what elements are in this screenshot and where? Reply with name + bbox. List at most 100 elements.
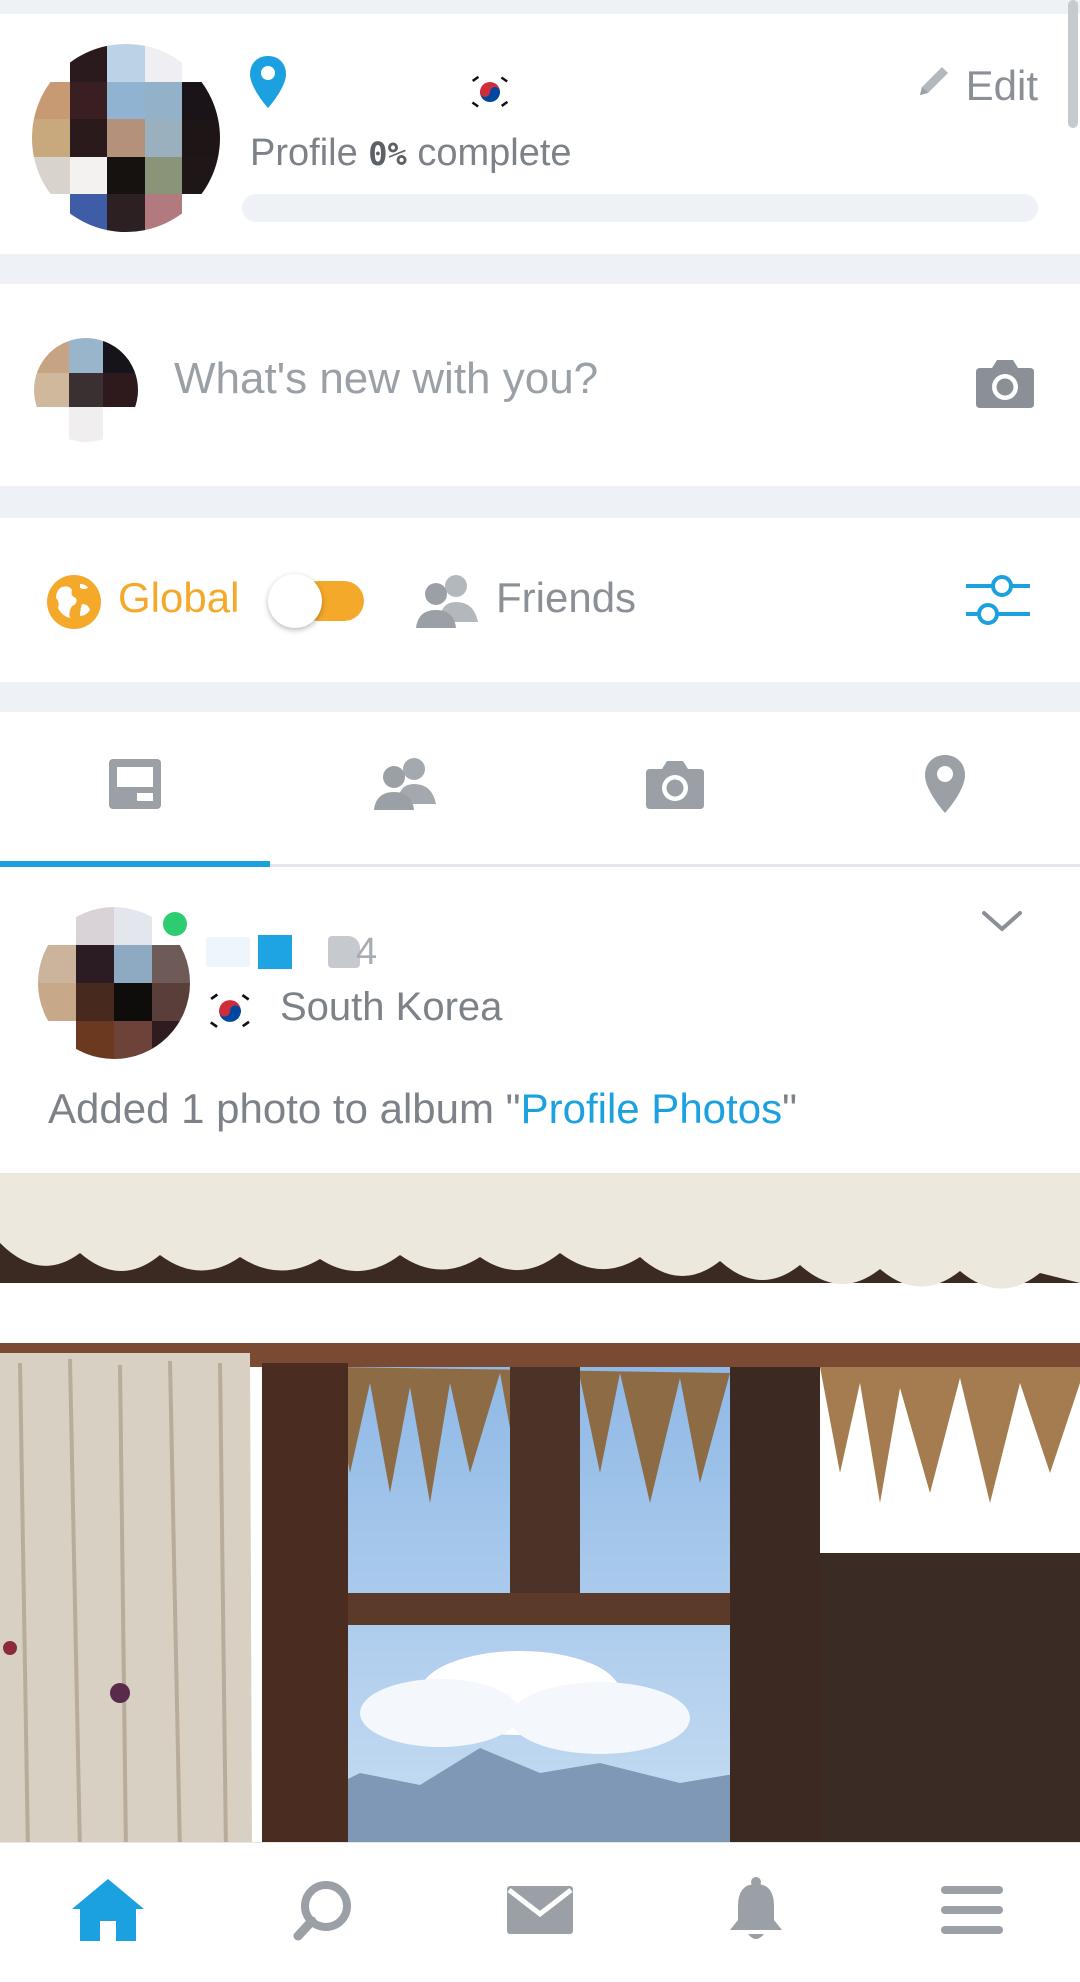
avatar-pixel: [32, 156, 70, 195]
avatar-pixel: [76, 1021, 114, 1059]
feed-filter-bar: Global Friends: [0, 518, 1080, 682]
avatar-pixel: [69, 156, 108, 195]
home-icon: [70, 1877, 146, 1948]
tab-photos-icon: [644, 757, 706, 816]
profile-completion-value: 0%: [368, 135, 407, 173]
post-text: Added 1 photo to album "Profile Photos": [48, 1085, 797, 1132]
avatar-pixel: [182, 119, 220, 157]
avatar-pixel: [144, 44, 183, 82]
avatar-pixel: [32, 119, 70, 157]
avatar-pixel: [68, 338, 104, 373]
redacted-block: [206, 937, 250, 967]
post-author-name[interactable]: 4: [206, 927, 377, 977]
tab-feed[interactable]: [0, 712, 270, 860]
edit-profile-button[interactable]: Edit: [914, 54, 1038, 118]
avatar-pixel: [69, 194, 108, 232]
avatar-pixel: [103, 338, 138, 373]
chevron-down-icon[interactable]: [980, 907, 1024, 940]
tab-photos[interactable]: [540, 712, 810, 860]
avatar-pixel: [144, 156, 183, 195]
avatar-pixel: [182, 194, 220, 232]
avatar-pixel: [32, 44, 70, 82]
messages-icon: [505, 1884, 575, 1941]
feed-post: 4 South Korea Added 1 photo to album "Pr…: [0, 867, 1080, 1982]
avatar-pixel: [107, 156, 145, 195]
avatar-pixel: [76, 945, 114, 983]
nav-notifications[interactable]: [648, 1843, 864, 1981]
menu-icon: [941, 1884, 1003, 1941]
tab-people-icon: [372, 756, 438, 817]
camera-icon[interactable]: [974, 356, 1036, 415]
nav-search[interactable]: [216, 1843, 432, 1981]
avatar-pixel: [144, 81, 183, 120]
profile-card: Edit Profile 0% complete: [0, 14, 1080, 254]
avatar[interactable]: [32, 44, 220, 232]
south-korea-flag-icon: [468, 70, 512, 119]
avatar-pixel: [114, 1021, 152, 1059]
avatar-pixel: [38, 945, 76, 983]
avatar-pixel: [107, 119, 145, 157]
nav-messages[interactable]: [432, 1843, 648, 1981]
avatar-pixel: [144, 119, 183, 157]
friends-filter-label[interactable]: Friends: [496, 574, 636, 622]
feed-tabs: [0, 712, 1080, 867]
location-pin-icon: [248, 54, 288, 115]
south-korea-flag-icon: [206, 987, 254, 1040]
avatar-pixel: [69, 81, 108, 120]
filter-settings-icon[interactable]: [964, 568, 1030, 639]
avatar-pixel: [76, 983, 114, 1021]
avatar-pixel: [107, 44, 145, 82]
avatar-pixel: [68, 372, 104, 408]
avatar-pixel: [103, 372, 138, 408]
avatar-pixel: [103, 407, 138, 442]
avatar-pixel: [34, 372, 69, 408]
online-status-indicator: [160, 909, 190, 939]
avatar-pixel: [32, 194, 70, 232]
tab-people[interactable]: [270, 712, 540, 860]
post-composer: What's new with you?: [0, 284, 1080, 486]
tab-places[interactable]: [810, 712, 1080, 860]
bottom-navigation: [0, 1842, 1080, 1981]
avatar-pixel: [182, 156, 220, 195]
avatar-pixel: [38, 907, 76, 945]
nav-home[interactable]: [0, 1843, 216, 1981]
globe-icon[interactable]: [46, 574, 102, 635]
avatar-pixel: [68, 407, 104, 442]
composer-input[interactable]: What's new with you?: [174, 354, 598, 404]
album-link[interactable]: Profile Photos: [521, 1085, 782, 1132]
composer-avatar: [34, 338, 138, 442]
profile-completion-progress: [242, 194, 1038, 222]
avatar-pixel: [152, 983, 190, 1021]
avatar-pixel: [38, 983, 76, 1021]
avatar-pixel: [114, 945, 152, 983]
avatar-pixel: [114, 983, 152, 1021]
post-photo[interactable]: [0, 1173, 1080, 1853]
avatar-pixel: [107, 81, 145, 120]
friends-icon[interactable]: [414, 572, 480, 635]
avatar-pixel: [76, 907, 114, 945]
nav-menu[interactable]: [864, 1843, 1080, 1981]
avatar-pixel: [69, 44, 108, 82]
avatar-pixel: [38, 1021, 76, 1059]
avatar-pixel: [152, 1021, 190, 1059]
tab-feed-icon: [107, 757, 163, 816]
avatar-pixel: [182, 81, 220, 120]
avatar-pixel: [152, 945, 190, 983]
avatar-pixel: [69, 119, 108, 157]
global-friends-toggle[interactable]: [268, 574, 368, 628]
post-location: South Korea: [280, 985, 503, 1029]
global-filter-label[interactable]: Global: [118, 574, 239, 622]
avatar-pixel: [34, 338, 69, 373]
search-icon: [292, 1878, 356, 1947]
toggle-knob: [268, 574, 322, 628]
profile-completion-text: Profile 0% complete: [250, 132, 572, 174]
scrollbar[interactable]: [1068, 0, 1078, 128]
redacted-block: [258, 935, 292, 969]
avatar-pixel: [107, 194, 145, 232]
notifications-icon: [726, 1876, 786, 1949]
pencil-icon: [914, 61, 954, 111]
avatar-pixel: [34, 407, 69, 442]
avatar-pixel: [144, 194, 183, 232]
avatar-pixel: [114, 907, 152, 945]
avatar-pixel: [182, 44, 220, 82]
